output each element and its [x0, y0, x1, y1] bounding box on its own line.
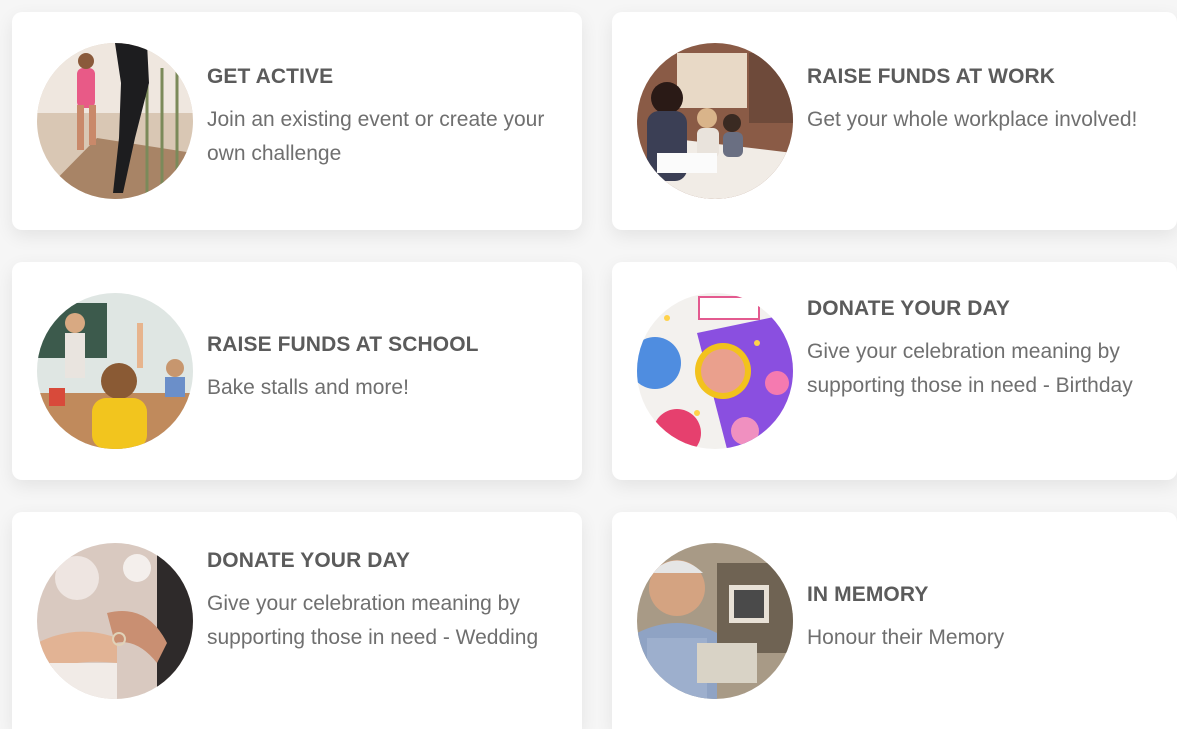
card-title: RAISE FUNDS AT SCHOOL [207, 333, 479, 356]
card-get-active[interactable]: GET ACTIVE Join an existing event or cre… [12, 12, 582, 230]
card-raise-funds-at-school[interactable]: RAISE FUNDS AT SCHOOL Bake stalls and mo… [12, 262, 582, 480]
card-description: Give your celebration meaning by support… [807, 340, 1133, 397]
card-title: DONATE YOUR DAY [207, 549, 410, 572]
classroom-photo [37, 293, 193, 449]
elderly-man-photo [637, 543, 793, 699]
card-title: DONATE YOUR DAY [807, 297, 1010, 320]
card-title: GET ACTIVE [207, 65, 334, 88]
fundraising-options-grid: GET ACTIVE Join an existing event or cre… [0, 0, 1177, 729]
card-description: Give your celebration meaning by support… [207, 592, 539, 649]
office-meeting-photo [637, 43, 793, 199]
card-text: DONATE YOUR DAY Give your celebration me… [807, 296, 1157, 403]
running-photo [37, 43, 193, 199]
card-title: IN MEMORY [807, 583, 929, 606]
card-description: Bake stalls and more! [207, 376, 409, 399]
card-donate-your-day-birthday[interactable]: DONATE YOUR DAY Give your celebration me… [612, 262, 1177, 480]
card-in-memory[interactable]: IN MEMORY Honour their Memory [612, 512, 1177, 729]
card-description: Join an existing event or create your ow… [207, 108, 545, 165]
card-description: Honour their Memory [807, 626, 1005, 649]
card-text: IN MEMORY Honour their Memory [807, 582, 1157, 655]
wedding-rings-photo [37, 543, 193, 699]
card-title: RAISE FUNDS AT WORK [807, 65, 1056, 88]
card-text: RAISE FUNDS AT SCHOOL Bake stalls and mo… [207, 332, 557, 405]
birthday-party-photo [637, 293, 793, 449]
card-raise-funds-at-work[interactable]: RAISE FUNDS AT WORK Get your whole workp… [612, 12, 1177, 230]
card-text: RAISE FUNDS AT WORK Get your whole workp… [807, 64, 1157, 137]
card-text: GET ACTIVE Join an existing event or cre… [207, 64, 557, 171]
card-donate-your-day-wedding[interactable]: DONATE YOUR DAY Give your celebration me… [12, 512, 582, 729]
card-text: DONATE YOUR DAY Give your celebration me… [207, 548, 557, 655]
card-description: Get your whole workplace involved! [807, 108, 1138, 131]
